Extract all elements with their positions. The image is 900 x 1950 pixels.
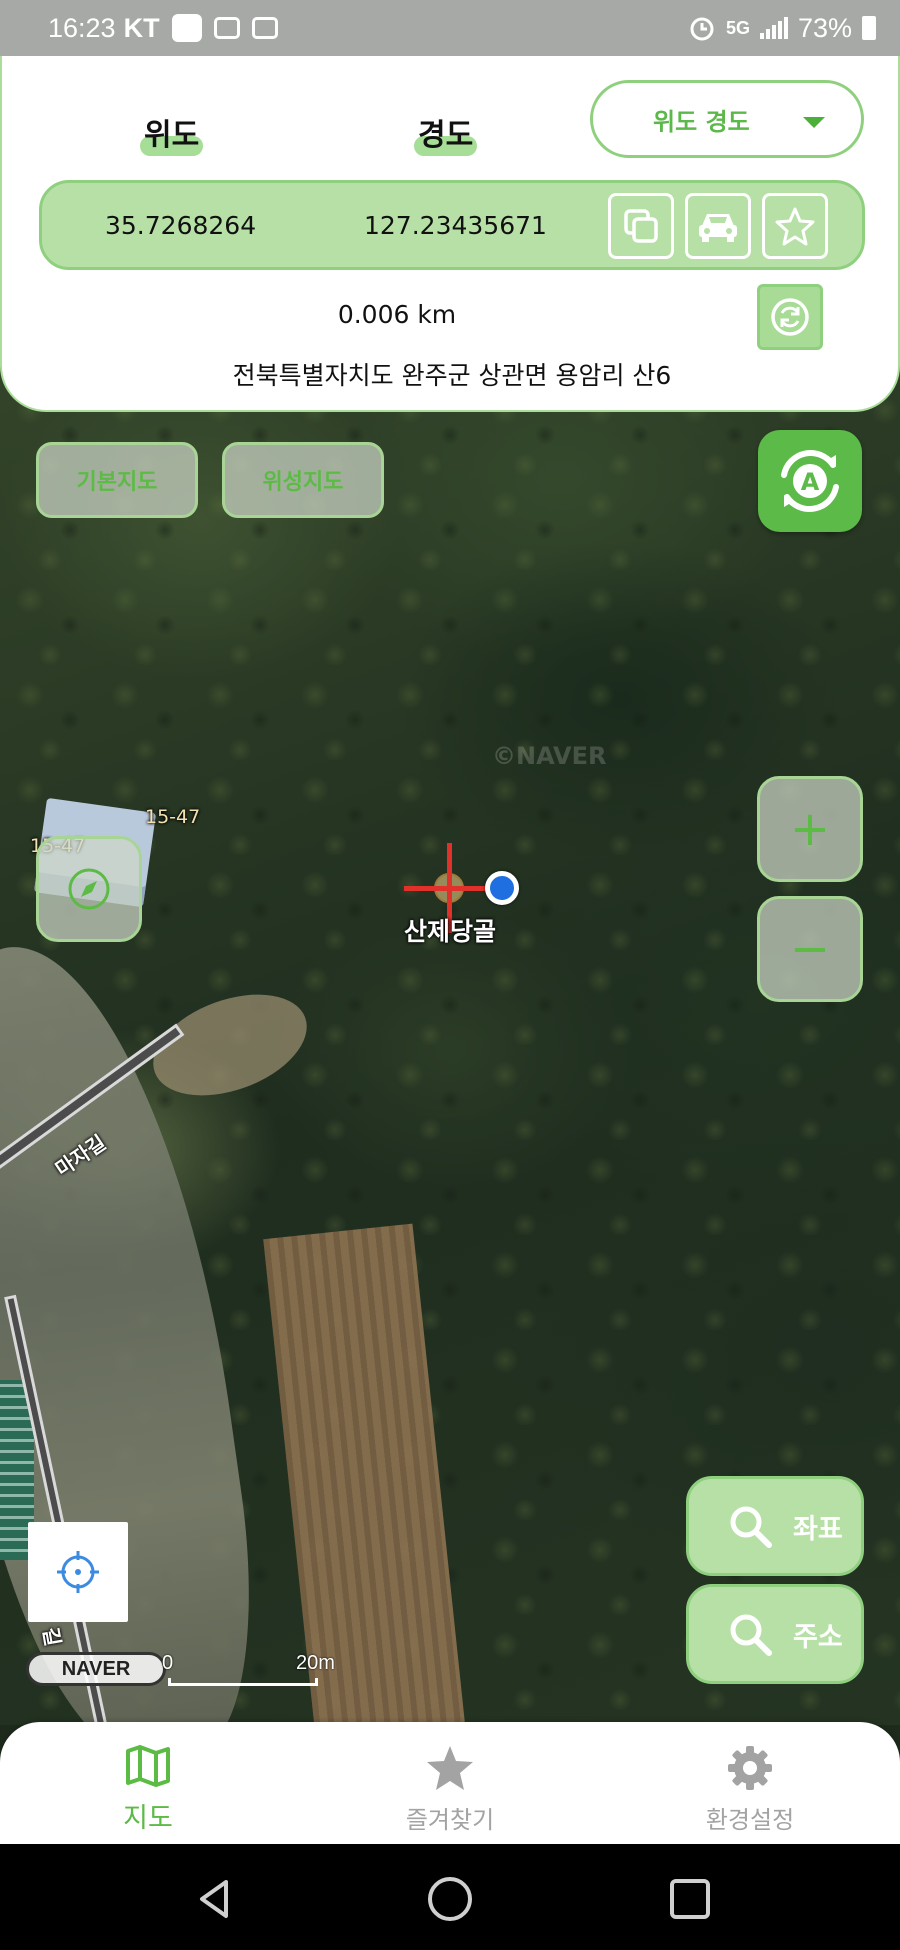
add-favorite-button[interactable]	[762, 193, 828, 259]
scale-label-zero: 0	[162, 1652, 174, 1674]
nav-map-tab[interactable]: 지도	[48, 1744, 248, 1835]
analytics-notification-icon	[251, 17, 278, 39]
map-watermark: ©NAVER	[492, 742, 607, 770]
zoom-in-button[interactable]: +	[757, 776, 863, 882]
nav-settings-label: 환경설정	[705, 1806, 795, 1834]
nav-map-label: 지도	[123, 1803, 173, 1834]
status-bar: 16:23 KT 5G 73%	[0, 0, 900, 56]
latitude-header: 위도	[139, 110, 204, 156]
auto-refresh-icon: A	[781, 449, 839, 513]
coordinate-panel: 위도 경도 위도 경도 35.7268264 127.23435671 0.00…	[0, 56, 900, 412]
system-navigation-bar	[0, 1844, 900, 1950]
svg-text:A: A	[801, 468, 820, 496]
carrier-name: KT	[123, 12, 160, 43]
search-address-button[interactable]: 주소	[686, 1584, 864, 1684]
recent-apps-icon[interactable]	[665, 1874, 715, 1924]
distance-text: 0.006 km	[337, 300, 457, 329]
star-outline-icon	[775, 207, 815, 246]
app-notification-icon	[171, 14, 202, 42]
map-icon	[126, 1745, 170, 1787]
network-type: 5G	[725, 17, 750, 38]
naver-logo: NAVER	[26, 1652, 166, 1686]
compass-icon	[68, 868, 110, 910]
map-scale-bar	[168, 1678, 318, 1686]
back-icon[interactable]	[190, 1874, 240, 1924]
longitude-header: 경도	[413, 110, 478, 156]
gear-icon	[728, 1746, 772, 1790]
clock: 16:23	[48, 12, 116, 43]
current-location-marker	[485, 871, 519, 905]
nav-favorites-label: 즐겨찾기	[405, 1806, 495, 1834]
search-coordinate-label: 좌표	[793, 1513, 843, 1545]
chevron-down-icon	[803, 117, 825, 128]
compass-button[interactable]	[36, 836, 142, 942]
refresh-location-button[interactable]	[757, 284, 823, 350]
bottom-navigation: 지도 즐겨찾기 환경설정	[0, 1722, 900, 1844]
address-text: 전북특별자치도 완주군 상관면 용암리 산6	[232, 361, 672, 390]
alarm-icon	[690, 17, 714, 41]
home-icon[interactable]	[425, 1874, 475, 1924]
star-icon	[427, 1746, 473, 1790]
blog-notification-icon	[213, 17, 240, 39]
search-icon	[730, 1506, 772, 1548]
gps-target-icon	[57, 1551, 99, 1593]
place-name-label: 산제당골	[404, 917, 497, 946]
scale-label-max: 20m	[296, 1652, 335, 1674]
copy-icon	[624, 209, 658, 243]
copy-button[interactable]	[608, 193, 674, 259]
parcel-label: 15-47	[145, 806, 201, 828]
car-icon	[699, 214, 737, 242]
zoom-out-button[interactable]: −	[757, 896, 863, 1002]
satellite-map-button[interactable]: 위성지도	[222, 442, 384, 518]
latitude-value: 35.7268264	[105, 211, 257, 240]
search-coordinate-button[interactable]: 좌표	[686, 1476, 864, 1576]
coordinate-value-bar: 35.7268264 127.23435671	[39, 180, 865, 270]
refresh-icon	[771, 298, 809, 336]
my-location-button[interactable]	[28, 1522, 128, 1622]
search-icon	[730, 1614, 772, 1656]
longitude-value: 127.23435671	[364, 211, 547, 240]
coordinate-format-dropdown[interactable]: 위도 경도	[590, 80, 864, 158]
battery-icon	[862, 16, 876, 40]
format-selected-value: 위도 경도	[653, 107, 750, 136]
auto-update-button[interactable]: A	[758, 430, 862, 532]
navigate-car-button[interactable]	[685, 193, 751, 259]
battery-percent: 73%	[797, 12, 852, 43]
signal-icon	[759, 17, 788, 39]
search-address-label: 주소	[793, 1621, 843, 1653]
nav-favorites-tab[interactable]: 즐겨찾기	[350, 1744, 550, 1835]
nav-settings-tab[interactable]: 환경설정	[650, 1744, 850, 1835]
basic-map-button[interactable]: 기본지도	[36, 442, 198, 518]
